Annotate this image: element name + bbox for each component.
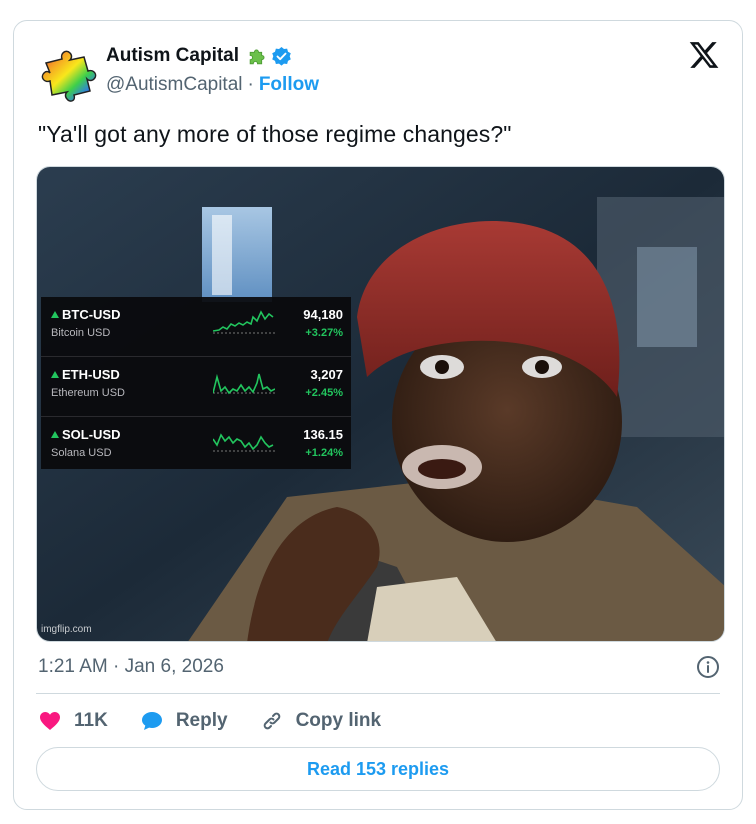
chat-bubble-icon xyxy=(141,712,162,730)
like-count: 11K xyxy=(74,710,108,731)
sparkline-icon xyxy=(213,433,275,452)
ticker-change: +2.45% xyxy=(305,387,343,399)
tweet-image[interactable]: BTC-USD Bitcoin USD 94,180 +3.27% ETH-US… xyxy=(36,166,725,642)
read-replies-button[interactable]: Read 153 replies xyxy=(36,747,720,791)
ticker-symbol: BTC-USD xyxy=(62,307,121,322)
ticker-price: 94,180 xyxy=(303,307,343,322)
imgflip-watermark: imgflip.com xyxy=(41,624,92,635)
ticker-row: ETH-USD Ethereum USD 3,207 +2.45% xyxy=(41,357,351,417)
heart-icon xyxy=(40,712,60,730)
x-logo-icon[interactable] xyxy=(688,39,720,71)
reply-button[interactable]: Reply xyxy=(140,709,228,733)
up-arrow-icon xyxy=(51,371,59,378)
ticker-symbol: SOL-USD xyxy=(62,427,121,442)
info-icon[interactable] xyxy=(696,655,720,679)
avatar[interactable] xyxy=(38,43,100,105)
ticker-change: +1.24% xyxy=(305,447,343,459)
puzzle-piece-icon xyxy=(249,49,265,64)
ticker-row: SOL-USD Solana USD 136.15 +1.24% xyxy=(41,417,351,477)
author-block: Autism Capital @AutismCapital · Follow xyxy=(106,43,319,96)
ticker-price: 3,207 xyxy=(310,367,343,382)
divider xyxy=(36,693,720,694)
tweet-timestamp[interactable]: 1:21 AM · Jan 6, 2026 xyxy=(38,656,224,678)
stock-ticker-overlay: BTC-USD Bitcoin USD 94,180 +3.27% ETH-US… xyxy=(41,297,351,469)
ticker-change: +3.27% xyxy=(305,327,343,339)
ticker-symbol: ETH-USD xyxy=(62,367,120,382)
ticker-name: Solana USD xyxy=(51,447,112,459)
ticker-name: Bitcoin USD xyxy=(51,327,111,339)
ticker-price: 136.15 xyxy=(303,427,343,442)
verified-badge-icon xyxy=(272,46,291,66)
copy-link-label: Copy link xyxy=(295,710,382,731)
tweet-text: "Ya'll got any more of those regime chan… xyxy=(38,121,512,147)
up-arrow-icon xyxy=(51,431,59,438)
ticker-row: BTC-USD Bitcoin USD 94,180 +3.27% xyxy=(41,297,351,357)
follow-button[interactable]: Follow xyxy=(259,74,319,96)
reply-label: Reply xyxy=(175,710,228,731)
action-bar: 11K Reply Copy link xyxy=(38,707,413,735)
like-button[interactable]: 11K xyxy=(38,709,108,733)
separator: · xyxy=(247,74,254,95)
copy-link-button[interactable]: Copy link xyxy=(260,709,382,733)
author-name[interactable]: Autism Capital xyxy=(106,45,239,67)
tweet-card: Autism Capital @AutismCapital · Follow "… xyxy=(13,20,743,810)
author-handle[interactable]: @AutismCapital xyxy=(106,74,243,96)
up-arrow-icon xyxy=(51,311,59,318)
link-icon xyxy=(263,712,280,730)
sparkline-icon xyxy=(213,373,275,395)
ticker-name: Ethereum USD xyxy=(51,387,125,399)
sparkline-icon xyxy=(213,310,275,334)
